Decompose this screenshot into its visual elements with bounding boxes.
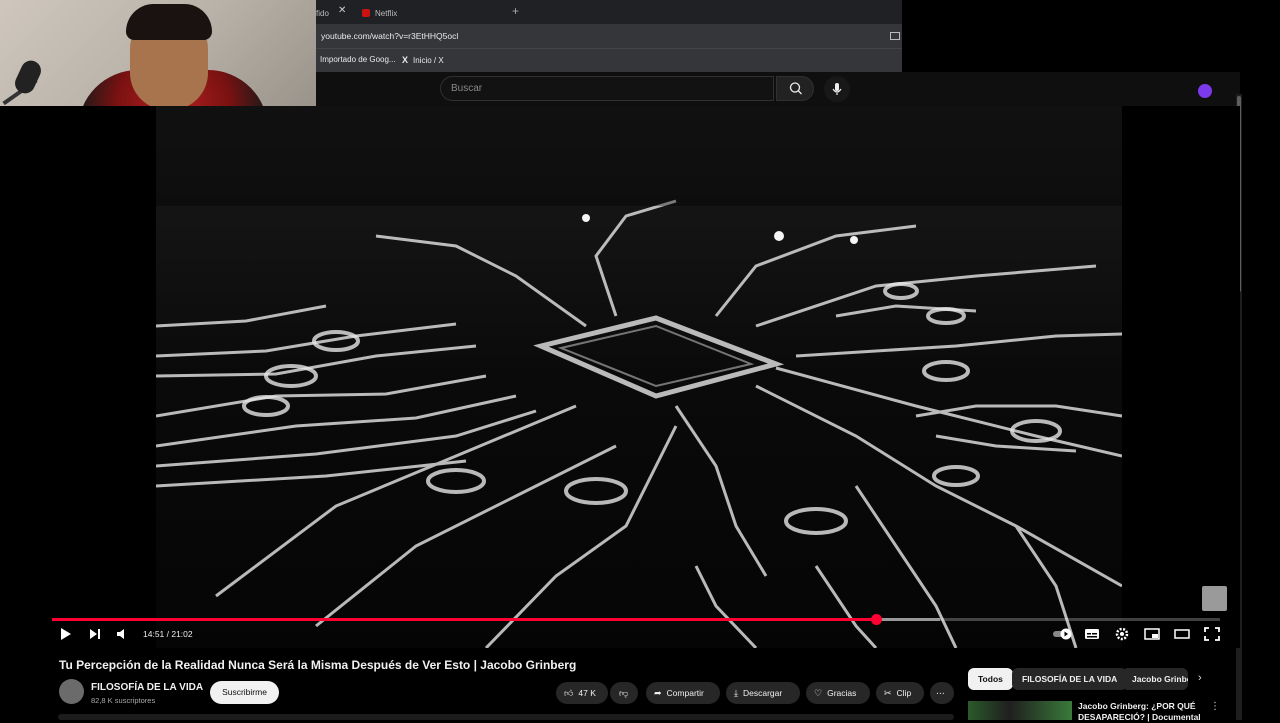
progress-played: [52, 618, 877, 621]
download-button[interactable]: ⤓ Descargar: [726, 682, 800, 704]
channel-watermark[interactable]: [1202, 586, 1227, 611]
search-icon: [789, 82, 802, 95]
bookmark-x-home[interactable]: X Inicio / X: [402, 55, 444, 65]
youtube-header: Buscar: [316, 72, 1240, 106]
autoplay-toggle-icon[interactable]: [1052, 627, 1074, 641]
download-icon: ⤓: [734, 687, 738, 698]
subscriber-count: 82,8 K suscriptores: [91, 696, 156, 705]
video-title: Tu Percepción de la Realidad Nunca Será …: [59, 658, 577, 672]
netflix-icon: [362, 9, 370, 17]
browser-tab-bar: fido ✕ Netflix +: [316, 0, 902, 24]
address-bar[interactable]: youtube.com/watch?v=r3EtHHQ5ocl: [316, 24, 902, 48]
clip-button[interactable]: ✂ Clip: [876, 682, 924, 704]
close-tab-icon[interactable]: ✕: [338, 5, 346, 16]
search-button[interactable]: [776, 76, 814, 101]
settings-gear-icon[interactable]: [1114, 627, 1130, 641]
video-frame-circuit-board: [156, 106, 1122, 648]
chip-channel[interactable]: FILOSOFÍA DE LA VIDA: [1012, 668, 1128, 690]
share-button[interactable]: ➦ Compartir: [646, 682, 720, 704]
x-logo-icon: X: [402, 55, 409, 65]
thumbs-up-icon: 👍︎: [564, 687, 574, 698]
play-icon[interactable]: [58, 627, 74, 641]
chevron-right-icon[interactable]: ›: [1198, 672, 1202, 684]
more-vertical-icon[interactable]: ⋮: [1210, 701, 1220, 712]
subtitles-icon[interactable]: [1084, 627, 1100, 641]
next-icon[interactable]: [87, 627, 103, 641]
chip-all[interactable]: Todos: [968, 668, 1013, 690]
like-button[interactable]: 👍︎ 47 K: [556, 682, 608, 704]
like-count: 47 K: [578, 688, 596, 698]
url-text[interactable]: youtube.com/watch?v=r3EtHHQ5ocl: [321, 31, 458, 41]
time-display: 14:51 / 21:02: [143, 629, 193, 639]
user-avatar[interactable]: [1198, 84, 1212, 98]
chip-jacobo-grinberg[interactable]: Jacobo Grinbe: [1122, 668, 1188, 690]
thanks-button[interactable]: ♡ Gracias: [806, 682, 870, 704]
channel-name[interactable]: FILOSOFÍA DE LA VIDA: [91, 682, 203, 693]
description-box[interactable]: [58, 714, 954, 720]
tab-label: Netflix: [375, 8, 398, 18]
browser-tab-netflix[interactable]: Netflix: [362, 4, 397, 22]
new-tab-icon[interactable]: +: [512, 4, 519, 18]
bookmark-imported[interactable]: Importado de Goog...: [320, 55, 396, 64]
fullscreen-icon[interactable]: [1204, 627, 1220, 641]
bookmarks-bar: Importado de Goog... X Inicio / X: [316, 48, 902, 73]
theater-mode-icon[interactable]: [1174, 627, 1190, 641]
microphone-icon: [832, 83, 842, 95]
volume-icon[interactable]: [115, 627, 131, 641]
cast-icon[interactable]: [890, 32, 900, 40]
dislike-button[interactable]: 👎︎: [610, 682, 638, 704]
search-input[interactable]: Buscar: [440, 76, 774, 101]
voice-search-button[interactable]: [824, 76, 850, 102]
more-actions-button[interactable]: ⋯: [930, 682, 954, 704]
scissors-icon: ✂: [884, 687, 892, 698]
miniplayer-icon[interactable]: [1144, 627, 1160, 641]
tab-label: fido: [316, 8, 329, 18]
browser-tab[interactable]: fido: [316, 4, 329, 22]
recommendation-thumbnail[interactable]: [968, 701, 1072, 720]
thanks-icon: ♡: [814, 687, 823, 698]
thumbs-down-icon: 👎︎: [619, 687, 629, 698]
video-player[interactable]: [0, 106, 1240, 648]
channel-avatar[interactable]: [59, 679, 84, 704]
subscribe-button[interactable]: Suscribirme: [210, 681, 279, 704]
more-horizontal-icon: ⋯: [936, 687, 945, 698]
share-icon: ➦: [654, 687, 662, 698]
